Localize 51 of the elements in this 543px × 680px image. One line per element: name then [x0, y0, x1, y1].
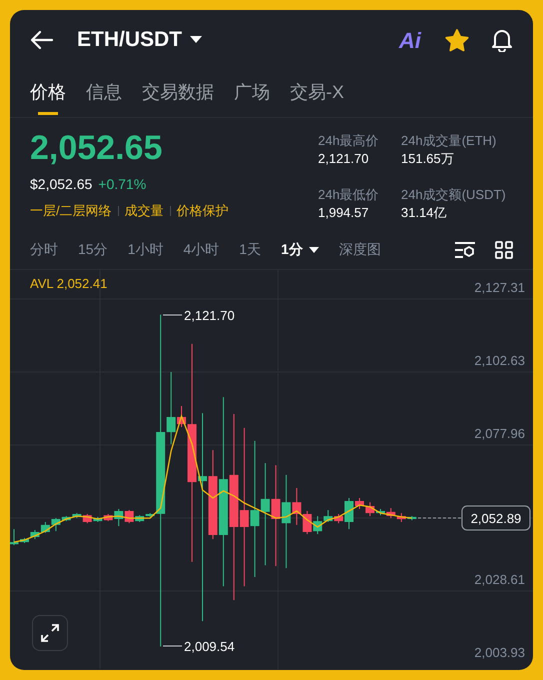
back-icon[interactable] [30, 30, 54, 50]
axis-label: 2,077.96 [474, 426, 525, 441]
timeframe-tab[interactable]: 4小时 [183, 239, 220, 260]
tag-link[interactable]: 成交量 [124, 201, 164, 220]
stat-label: 24h成交额(USDT) [401, 186, 507, 204]
timeframe-tab[interactable]: 15分 [78, 239, 108, 260]
stat-value: 31.14亿 [401, 204, 448, 222]
bell-icon[interactable] [491, 28, 513, 52]
timeframe-tab[interactable]: 分时 [30, 239, 58, 260]
tag-link[interactable]: 一层/二层网络 [30, 201, 112, 220]
stat-value: 2,121.70 [318, 150, 370, 168]
leader-line [162, 314, 182, 316]
expand-icon [40, 623, 60, 643]
indicator-settings-icon[interactable] [454, 240, 476, 258]
tag-link[interactable]: 价格保护 [176, 201, 229, 220]
avl-label: AVL 2,052.41 [30, 276, 108, 291]
high-price-label: 2,121.70 [184, 308, 235, 323]
tab[interactable]: 交易数据 [142, 79, 214, 115]
timeframe-tab[interactable]: 深度图 [338, 239, 381, 260]
caret-icon [308, 246, 319, 252]
stat-label: 24h最高价 [318, 132, 380, 150]
price-change: +0.71% [98, 175, 146, 194]
caret-icon [190, 36, 202, 44]
axis-label: 2,028.61 [474, 572, 525, 587]
axis-label: 2,102.63 [474, 353, 525, 368]
fullscreen-button[interactable] [32, 615, 68, 651]
stat-label: 24h成交量(ETH) [401, 132, 498, 150]
low-price-label: 2,009.54 [184, 639, 235, 654]
stat-label: 24h最低价 [318, 186, 380, 204]
star-icon[interactable] [445, 28, 469, 52]
axis-label: 2,127.31 [474, 280, 525, 295]
tab[interactable]: 交易-X [290, 79, 344, 115]
stat-value: 151.65万 [401, 150, 455, 168]
last-price-tag: 2,052.89 [462, 506, 530, 530]
timeframe-tab[interactable]: 1分 [280, 239, 319, 260]
tab[interactable]: 价格 [30, 79, 66, 115]
timeframe-tab[interactable]: 1天 [239, 239, 261, 260]
last-price: 2,052.65 [30, 128, 164, 168]
tab[interactable]: 信息 [86, 79, 122, 115]
candlestick [10, 528, 18, 546]
usd-price: $2,052.65 [30, 175, 92, 194]
timeframe-tab[interactable]: 1小时 [128, 239, 164, 260]
candlestick [355, 498, 364, 510]
stat-value: 1,994.57 [318, 204, 370, 222]
axis-label: 2,003.93 [474, 645, 525, 660]
ai-button[interactable]: Ai [399, 24, 421, 56]
grid-icon[interactable] [495, 240, 513, 258]
candlestick [40, 522, 50, 534]
tab[interactable]: 广场 [234, 79, 270, 115]
candlestick [366, 502, 374, 517]
pair-selector[interactable]: ETH/USDT [77, 24, 202, 56]
